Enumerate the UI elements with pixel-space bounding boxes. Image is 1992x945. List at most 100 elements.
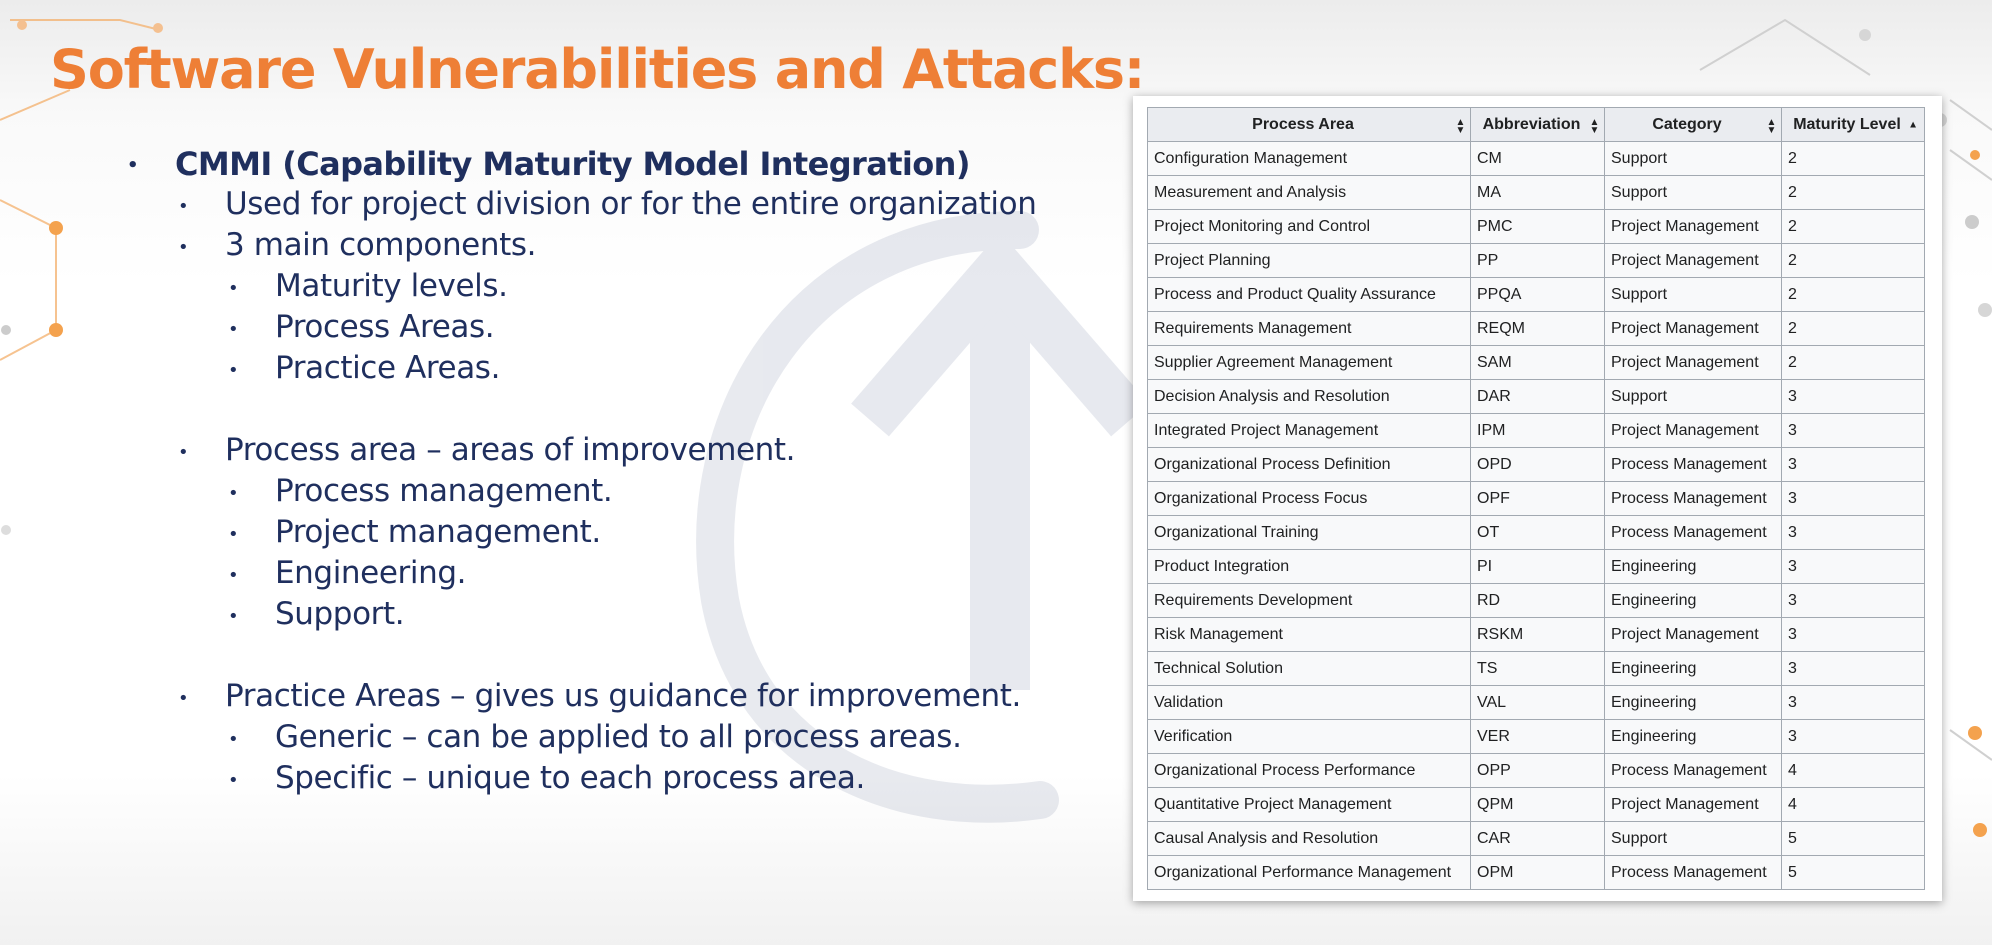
bullet-dot: • xyxy=(228,729,239,750)
cell-maturity-level: 3 xyxy=(1781,413,1925,448)
sort-ascending-icon[interactable]: ▲ xyxy=(1908,120,1918,130)
cell-abbreviation: CM xyxy=(1470,141,1605,176)
cell-category: Process Management xyxy=(1604,447,1782,482)
bullet-dot: • xyxy=(178,196,189,217)
column-header-category[interactable]: Category ▲▼ xyxy=(1604,107,1782,142)
column-header-label: Abbreviation xyxy=(1482,115,1581,133)
cell-abbreviation: SAM xyxy=(1470,345,1605,380)
cell-process-area: Product Integration xyxy=(1147,549,1471,584)
cell-process-area: Organizational Process Definition xyxy=(1147,447,1471,482)
bullet-dot: • xyxy=(228,360,239,381)
bullet-specific: • Specific – unique to each process area… xyxy=(228,760,865,796)
cell-abbreviation: PP xyxy=(1470,243,1605,278)
cell-category: Process Management xyxy=(1604,753,1782,788)
cell-maturity-level: 3 xyxy=(1781,685,1925,720)
cell-abbreviation: IPM xyxy=(1470,413,1605,448)
column-header-abbreviation[interactable]: Abbreviation ▲▼ xyxy=(1470,107,1605,142)
bullet-dot: • xyxy=(228,319,239,340)
cell-maturity-level: 5 xyxy=(1781,855,1925,890)
cell-process-area: Process and Product Quality Assurance xyxy=(1147,277,1471,312)
cell-process-area: Requirements Management xyxy=(1147,311,1471,346)
bullet-process-area-def-text: Process area – areas of improvement. xyxy=(225,432,796,468)
table-row: Organizational Process Definition OPD Proc… xyxy=(1147,447,1925,482)
cell-category: Project Management xyxy=(1604,345,1782,380)
table-row: Process and Product Quality Assurance PPQ… xyxy=(1147,277,1925,312)
table-row: Organizational Process Performance OPP Pro… xyxy=(1147,753,1925,788)
bullet-support-text: Support. xyxy=(275,596,405,632)
cell-abbreviation: OPM xyxy=(1470,855,1605,890)
table-row: Requirements Development RD Engineering 3 xyxy=(1147,583,1925,618)
bullet-specific-text: Specific – unique to each process area. xyxy=(275,760,865,796)
bullet-used-for-text: Used for project division or for the ent… xyxy=(225,186,1037,222)
cell-process-area: Requirements Development xyxy=(1147,583,1471,618)
bullet-cmmi-text: CMMI (Capability Maturity Model Integrat… xyxy=(175,145,970,183)
bullet-engineering: • Engineering. xyxy=(228,555,466,591)
table-row: Project Monitoring and Control PMC Project… xyxy=(1147,209,1925,244)
cell-category: Project Management xyxy=(1604,787,1782,822)
cell-category: Process Management xyxy=(1604,481,1782,516)
bullet-practice-areas-def-text: Practice Areas – gives us guidance for i… xyxy=(225,678,1021,714)
cell-maturity-level: 3 xyxy=(1781,617,1925,652)
table-row: Causal Analysis and Resolution CAR Support… xyxy=(1147,821,1925,856)
cell-process-area: Supplier Agreement Management xyxy=(1147,345,1471,380)
table-body: Configuration Management CM Support 2 Measur… xyxy=(1147,141,1925,890)
cell-category: Project Management xyxy=(1604,243,1782,278)
table-row: Project Planning PP Project Management 2 xyxy=(1147,243,1925,278)
bullet-components: • 3 main components. xyxy=(178,227,536,263)
cell-category: Engineering xyxy=(1604,549,1782,584)
table-row: Measurement and Analysis MA Support 2 xyxy=(1147,175,1925,210)
cell-abbreviation: OPF xyxy=(1470,481,1605,516)
cell-maturity-level: 2 xyxy=(1781,243,1925,278)
table-row: Requirements Management REQM Project Manag… xyxy=(1147,311,1925,346)
table-row: Validation VAL Engineering 3 xyxy=(1147,685,1925,720)
cell-process-area: Technical Solution xyxy=(1147,651,1471,686)
cell-process-area: Validation xyxy=(1147,685,1471,720)
cell-process-area: Organizational Process Performance xyxy=(1147,753,1471,788)
cell-maturity-level: 3 xyxy=(1781,481,1925,516)
bullet-dot: • xyxy=(228,606,239,627)
cell-process-area: Organizational Process Focus xyxy=(1147,481,1471,516)
bullet-dot: • xyxy=(178,442,189,463)
sort-icon[interactable]: ▲▼ xyxy=(1766,117,1777,133)
cell-maturity-level: 4 xyxy=(1781,787,1925,822)
sort-icon[interactable]: ▲▼ xyxy=(1455,117,1466,133)
bullet-practice-areas-def: • Practice Areas – gives us guidance for… xyxy=(178,678,1021,714)
cell-process-area: Measurement and Analysis xyxy=(1147,175,1471,210)
cell-process-area: Causal Analysis and Resolution xyxy=(1147,821,1471,856)
column-header-process-area[interactable]: Process Area ▲▼ xyxy=(1147,107,1471,142)
bullet-practice-areas: • Practice Areas. xyxy=(228,350,500,386)
bullet-maturity-levels-text: Maturity levels. xyxy=(275,268,508,304)
cell-maturity-level: 2 xyxy=(1781,345,1925,380)
cell-process-area: Project Monitoring and Control xyxy=(1147,209,1471,244)
cell-category: Project Management xyxy=(1604,617,1782,652)
cell-abbreviation: PI xyxy=(1470,549,1605,584)
bullet-process-mgmt-text: Process management. xyxy=(275,473,613,509)
bullet-support: • Support. xyxy=(228,596,405,632)
sort-icon[interactable]: ▲▼ xyxy=(1589,117,1600,133)
cell-abbreviation: PMC xyxy=(1470,209,1605,244)
column-header-maturity-level[interactable]: Maturity Level ▲ xyxy=(1781,107,1925,142)
cell-category: Engineering xyxy=(1604,685,1782,720)
bullet-used-for: • Used for project division or for the e… xyxy=(178,186,1037,222)
cell-maturity-level: 2 xyxy=(1781,311,1925,346)
cell-process-area: Organizational Training xyxy=(1147,515,1471,550)
cell-abbreviation: VER xyxy=(1470,719,1605,754)
table-row: Decision Analysis and Resolution DAR Suppo… xyxy=(1147,379,1925,414)
bullet-project-mgmt: • Project management. xyxy=(228,514,601,550)
cell-process-area: Quantitative Project Management xyxy=(1147,787,1471,822)
cell-category: Support xyxy=(1604,277,1782,312)
cell-category: Engineering xyxy=(1604,719,1782,754)
cell-process-area: Verification xyxy=(1147,719,1471,754)
table-row: Verification VER Engineering 3 xyxy=(1147,719,1925,754)
cell-abbreviation: DAR xyxy=(1470,379,1605,414)
cell-abbreviation: MA xyxy=(1470,175,1605,210)
cell-process-area: Decision Analysis and Resolution xyxy=(1147,379,1471,414)
cell-process-area: Risk Management xyxy=(1147,617,1471,652)
bullet-cmmi: • CMMI (Capability Maturity Model Integr… xyxy=(127,145,970,183)
cell-category: Project Management xyxy=(1604,209,1782,244)
cell-abbreviation: REQM xyxy=(1470,311,1605,346)
bullet-dot: • xyxy=(178,688,189,709)
bullet-process-areas: • Process Areas. xyxy=(228,309,495,345)
bullet-process-areas-text: Process Areas. xyxy=(275,309,495,345)
cell-abbreviation: RD xyxy=(1470,583,1605,618)
